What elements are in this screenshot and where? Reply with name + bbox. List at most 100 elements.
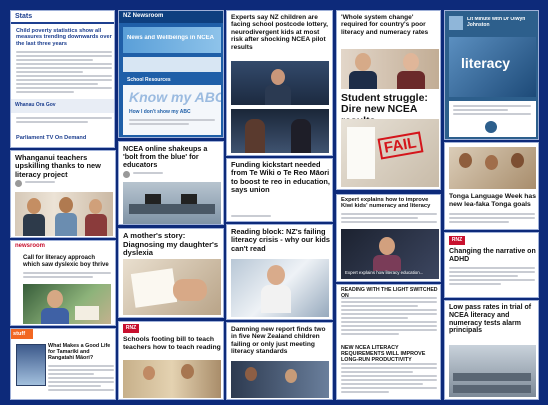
- card-podcast[interactable]: Lit Minute with Dr Olwyn Johnston litera…: [444, 10, 539, 140]
- child-body: [261, 285, 291, 313]
- podcast-info-lines: [453, 105, 531, 117]
- tongan-headline[interactable]: Tonga Language Week has new lea-faka Ton…: [449, 193, 537, 208]
- schools-footing-photo: [123, 360, 221, 398]
- child-head: [267, 265, 285, 285]
- person-head: [355, 53, 371, 71]
- exam-desks: [453, 385, 531, 393]
- play-icon[interactable]: [485, 121, 497, 133]
- paper-sheet: [130, 268, 178, 308]
- stuff-body: [48, 365, 114, 393]
- speaker-body: [373, 255, 401, 271]
- card-experts[interactable]: Experts say NZ children are facing schoo…: [226, 10, 333, 156]
- card-dyslexia[interactable]: A mother's story: Diagnosing my daughter…: [118, 228, 224, 318]
- dyslexia-photo: [123, 259, 221, 315]
- expert-improve-body: [341, 213, 437, 225]
- reading-light-body: [341, 297, 437, 337]
- news-article-title[interactable]: News and Wellbeings in NCEA: [127, 35, 214, 41]
- stats-footer-lines: [16, 117, 112, 125]
- ncea-productivity-headline[interactable]: NEW NCEA LITERACY REQUIREMENTS WILL IMPR…: [341, 345, 440, 363]
- low-pass-photo: [449, 345, 536, 397]
- adhd-headline[interactable]: Changing the narrative on ADHD: [449, 248, 537, 264]
- person-head: [459, 153, 472, 168]
- podcast-cover: literacy: [449, 37, 536, 97]
- card-damning[interactable]: Damning new report finds two in five New…: [226, 322, 333, 400]
- expert-video[interactable]: Expert explains how literacy education..…: [341, 229, 439, 279]
- reading-block-headline[interactable]: Reading block: NZ's failing literacy cri…: [231, 227, 331, 253]
- funding-byline: [231, 215, 271, 219]
- exam-paper: [347, 127, 375, 179]
- stuff-headline[interactable]: What Makes a Good Life for Tamariki and …: [48, 343, 114, 361]
- fail-stamp: FAIL: [377, 131, 424, 160]
- card-whole-system[interactable]: 'Whole system change' required for count…: [336, 10, 441, 190]
- call-for-photo: [23, 284, 111, 324]
- person-body: [85, 214, 107, 236]
- schools-footing-brand: RNZ: [123, 324, 139, 333]
- podcast-thumb: [449, 16, 463, 30]
- desk-row: [129, 204, 215, 214]
- damning-photo: [231, 361, 329, 398]
- person-head: [59, 197, 73, 213]
- card-call-for[interactable]: newsroom Call for literacy approach whic…: [10, 240, 116, 326]
- book: [75, 306, 99, 320]
- stats-header: Stats: [11, 11, 114, 24]
- tongan-photo: [449, 147, 536, 189]
- teacher-head: [181, 364, 194, 379]
- whanganui-headline[interactable]: Whanganui teachers upskilling thanks to …: [15, 153, 115, 179]
- experts-photo-bottom: [231, 109, 329, 153]
- dyslexia-headline[interactable]: A mother's story: Diagnosing my daughter…: [123, 231, 223, 258]
- whole-system-photo: [341, 49, 439, 89]
- stats-footer-text[interactable]: Parliament TV On Demand: [16, 135, 86, 141]
- call-for-brand: newsroom: [15, 243, 46, 249]
- person-head: [511, 153, 524, 168]
- card-low-pass[interactable]: Low pass rates in trial of NCEA literacy…: [444, 300, 539, 400]
- stats-headline[interactable]: Child poverty statistics show all measur…: [16, 28, 112, 47]
- card-adhd[interactable]: RNZ Changing the narrative on ADHD: [444, 232, 539, 298]
- experts-headline[interactable]: Experts say NZ children are facing schoo…: [231, 14, 331, 51]
- ncea-shakeups-headline[interactable]: NCEA online shakeups a 'bolt from the bl…: [123, 144, 223, 169]
- school-body: [129, 119, 215, 127]
- podcast-info: [449, 101, 536, 137]
- ncea-shakeups-photo: [123, 182, 221, 224]
- book-cover: [16, 344, 46, 386]
- card-funding[interactable]: Funding kickstart needed from Te Wiki o …: [226, 158, 333, 222]
- person-body: [349, 71, 377, 89]
- podcast-title[interactable]: Lit Minute with Dr Olwyn Johnston: [467, 17, 537, 29]
- card-expert-improve[interactable]: Expert explains how to improve Kiwi kids…: [336, 194, 441, 282]
- card-reading-block[interactable]: Reading block: NZ's failing literacy cri…: [226, 224, 333, 320]
- card-stats[interactable]: Stats Child poverty statistics show all …: [10, 10, 115, 148]
- presenter-head: [271, 69, 285, 85]
- boy-body: [41, 308, 69, 324]
- boy-head: [47, 290, 63, 308]
- speaker-head: [379, 237, 395, 255]
- whole-system-headline[interactable]: 'Whole system change' required for count…: [341, 14, 440, 36]
- schools-footing-headline[interactable]: Schools footing bill to teach teachers h…: [123, 336, 223, 351]
- news-top-bar: NZ Newsroom: [119, 11, 223, 23]
- card-schools-footing[interactable]: RNZ Schools footing bill to teach teache…: [118, 321, 224, 400]
- damning-headline[interactable]: Damning new report finds two in five New…: [231, 326, 331, 356]
- card-reading-light[interactable]: READING WITH THE LIGHT SWITCHED ON NEW N…: [336, 284, 441, 400]
- person-body: [23, 214, 45, 236]
- card-tongan[interactable]: Tonga Language Week has new lea-faka Ton…: [444, 142, 539, 230]
- child-head: [143, 366, 155, 380]
- stats-body-text: [16, 51, 112, 95]
- experts-photo-top: [231, 61, 329, 105]
- card-ncea-shakeups[interactable]: NCEA online shakeups a 'bolt from the bl…: [118, 141, 224, 225]
- ncea-productivity-body: [341, 363, 437, 395]
- reporter-head: [245, 367, 257, 381]
- news-banner: News and Wellbeings in NCEA: [123, 27, 221, 53]
- low-pass-headline[interactable]: Low pass rates in trial of NCEA literacy…: [449, 304, 537, 335]
- video-caption: Expert explains how literacy education..…: [345, 270, 424, 275]
- call-for-headline[interactable]: Call for literacy approach which saw dys…: [23, 255, 113, 268]
- person-head: [27, 198, 41, 214]
- ncea-shakeups-byline: [133, 172, 163, 176]
- card-stuff-book[interactable]: stuff What Makes a Good Life for Tamarik…: [10, 328, 116, 400]
- tongan-body: [449, 213, 535, 225]
- expert-improve-headline[interactable]: Expert explains how to improve Kiwi kids…: [341, 197, 440, 210]
- person-head: [403, 53, 419, 71]
- fail-photo: FAIL: [341, 119, 439, 187]
- card-whanganui[interactable]: Whanganui teachers upskilling thanks to …: [10, 150, 116, 238]
- person-body: [55, 213, 77, 236]
- funding-headline[interactable]: Funding kickstart needed from Te Wiki o …: [231, 160, 332, 194]
- laptop: [145, 194, 161, 204]
- card-news-school[interactable]: NZ Newsroom News and Wellbeings in NCEA …: [118, 10, 224, 138]
